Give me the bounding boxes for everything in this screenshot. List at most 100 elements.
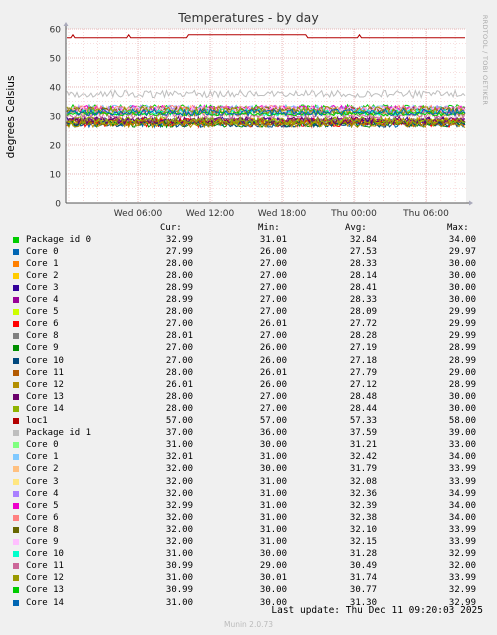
legend-row: loc1 57.00 57.00 57.33 58.00 (0, 415, 497, 427)
legend-min-value: 26.01 (259, 367, 287, 378)
legend-header-avg: Avg: (345, 223, 367, 233)
legend-max-value: 33.99 (448, 573, 476, 584)
legend-row: Core 12 31.00 30.01 31.74 33.99 (0, 572, 497, 584)
legend-swatch (13, 393, 19, 400)
legend-min-value: 31.00 (259, 524, 287, 535)
legend-min-value: 36.00 (259, 428, 287, 439)
legend-avg-value: 28.44 (349, 403, 377, 414)
legend-avg-value: 32.08 (349, 476, 377, 487)
legend-cur-value: 31.00 (165, 573, 193, 584)
legend-row: Core 8 28.01 27.00 28.28 29.99 (0, 330, 497, 342)
legend-series-name: Core 11 (26, 367, 64, 378)
legend-avg-value: 37.59 (349, 428, 377, 439)
legend-series-name: Core 13 (26, 391, 64, 402)
legend-row: Core 11 28.00 26.01 27.79 29.00 (0, 367, 497, 379)
legend-min-value: 30.00 (259, 585, 287, 596)
legend-max-value: 34.00 (448, 512, 476, 523)
legend-row: Core 2 32.00 30.00 31.79 33.99 (0, 463, 497, 475)
legend-cur-value: 32.00 (165, 537, 193, 547)
legend-swatch (13, 357, 19, 364)
legend-cur-value: 28.00 (165, 307, 193, 318)
legend-min-value: 31.00 (259, 512, 287, 523)
legend-max-value: 30.00 (448, 282, 476, 293)
legend-row: Core 9 32.00 31.00 32.15 33.99 (0, 536, 497, 548)
legend-min-value: 27.00 (259, 270, 287, 281)
legend-avg-value: 30.77 (349, 585, 377, 596)
legend-series-name: Core 14 (26, 403, 64, 414)
legend-max-value: 33.99 (448, 524, 476, 535)
legend-cur-value: 28.99 (165, 282, 193, 293)
legend-cur-value: 32.00 (165, 512, 193, 523)
legend-max-value: 29.99 (448, 307, 476, 318)
legend-row: Core 0 27.99 26.00 27.53 29.97 (0, 246, 497, 258)
legend-max-value: 28.99 (448, 343, 476, 354)
legend-row: Core 6 32.00 31.00 32.38 34.00 (0, 512, 497, 524)
legend-min-value: 30.00 (259, 440, 287, 451)
legend-min-value: 29.00 (259, 561, 287, 572)
legend-avg-value: 57.33 (349, 416, 377, 426)
legend-swatch (13, 260, 19, 267)
legend-swatch (13, 563, 19, 570)
legend-swatch (13, 381, 19, 388)
legend-row: Core 10 27.00 26.00 27.18 28.99 (0, 355, 497, 367)
legend-header-min: Min: (258, 223, 280, 233)
legend-avg-value: 27.72 (349, 319, 377, 330)
legend-series-name: Core 2 (26, 270, 59, 281)
legend-max-value: 30.00 (448, 270, 476, 281)
legend-series-name: Package id 1 (26, 428, 92, 439)
legend-swatch (13, 539, 19, 545)
legend-swatch (13, 478, 19, 485)
legend-series-name: Core 8 (26, 524, 59, 535)
legend-series-name: Core 8 (26, 331, 59, 342)
legend-cur-value: 32.99 (165, 500, 193, 511)
legend-row: Core 6 27.00 26.01 27.72 29.99 (0, 318, 497, 330)
legend-series-name: Core 5 (26, 307, 59, 318)
legend-cur-value: 27.00 (165, 319, 193, 330)
legend-swatch (13, 442, 19, 449)
last-update-text: Last update: Thu Dec 11 09:20:03 2025 (271, 605, 483, 616)
legend-row: Core 9 27.00 26.00 27.19 28.99 (0, 342, 497, 354)
legend-row: Core 4 32.00 31.00 32.36 34.99 (0, 488, 497, 500)
legend-avg-value: 31.79 (349, 464, 377, 475)
legend-max-value: 34.00 (448, 452, 476, 463)
legend-swatch (13, 333, 19, 340)
legend-swatch (13, 502, 19, 509)
legend-row: Core 14 28.00 27.00 28.44 30.00 (0, 403, 497, 415)
legend-min-value: 31.01 (259, 234, 287, 245)
legend-series-name: Core 1 (26, 452, 59, 463)
legend-series-name: Core 4 (26, 488, 59, 499)
legend-row: Core 8 32.00 31.00 32.10 33.99 (0, 524, 497, 536)
legend-swatch (13, 405, 19, 412)
legend-avg-value: 28.14 (349, 270, 377, 281)
legend-min-value: 31.00 (259, 500, 287, 511)
legend-max-value: 30.00 (448, 403, 476, 414)
legend-swatch (13, 599, 19, 606)
legend-swatch (13, 430, 19, 437)
legend-avg-value: 31.74 (349, 573, 377, 584)
legend-series-name: Core 6 (26, 319, 59, 330)
legend-series-name: Core 13 (26, 585, 64, 596)
legend-swatch (13, 297, 19, 303)
legend-swatch (13, 236, 19, 243)
legend-cur-value: 32.00 (165, 476, 193, 487)
legend-cur-value: 30.99 (165, 561, 193, 572)
legend-cur-value: 28.00 (165, 367, 193, 378)
legend-max-value: 33.00 (448, 440, 476, 451)
legend-cur-value: 57.00 (165, 416, 193, 426)
legend-avg-value: 32.15 (349, 537, 377, 547)
legend-swatch (13, 345, 19, 352)
legend-row: Core 1 28.00 27.00 28.33 30.00 (0, 258, 497, 270)
legend-row: Core 4 28.99 27.00 28.33 30.00 (0, 294, 497, 306)
legend-max-value: 29.00 (448, 367, 476, 378)
y-tick-label: 60 (50, 26, 62, 36)
temperature-chart: 0 10 20 30 40 50 60 Wed 06:00 Wed 12:00 Wed 18:00… (50, 22, 473, 219)
legend-series-name: Core 12 (26, 379, 64, 390)
legend-avg-value: 32.42 (349, 452, 377, 463)
legend-avg-value: 31.21 (349, 440, 377, 451)
legend-avg-value: 28.48 (349, 391, 377, 402)
legend-row: Core 10 31.00 30.00 31.28 32.99 (0, 548, 497, 560)
legend-row: Core 5 32.99 31.00 32.39 34.00 (0, 500, 497, 512)
x-tick-label: Thu 06:00 (402, 209, 449, 219)
legend-series-name: Core 0 (26, 246, 59, 257)
legend-cur-value: 26.01 (165, 379, 193, 390)
